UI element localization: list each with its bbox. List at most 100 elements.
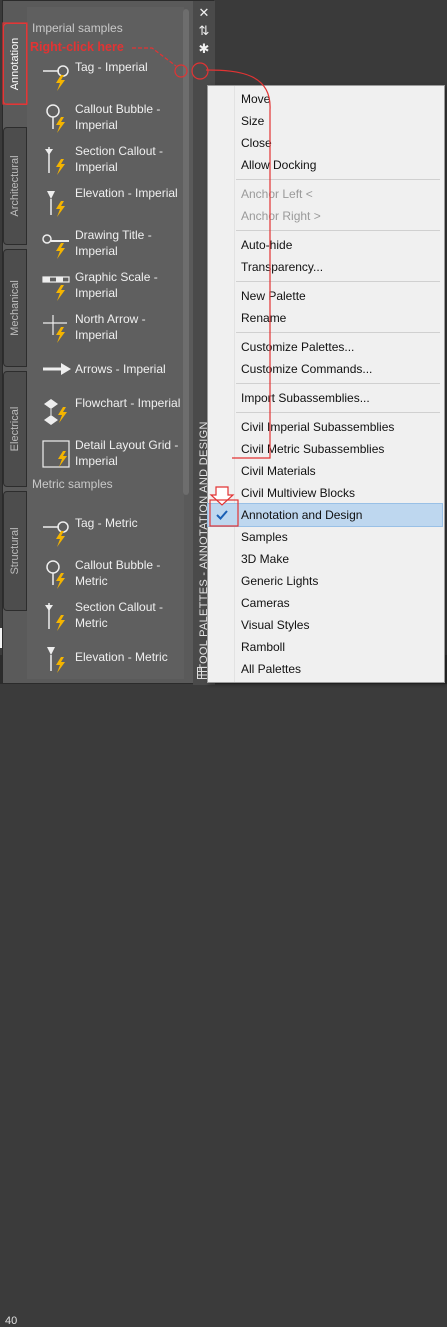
tab-annotation[interactable]: Annotation [3, 23, 27, 105]
menu-separator [236, 332, 440, 333]
scrollbar-thumb[interactable] [183, 9, 189, 495]
section-title-metric: Metric samples [32, 477, 113, 491]
tab-architectural-label: Architectural [9, 155, 21, 217]
properties-icon[interactable]: ✱ [196, 41, 212, 57]
section-callout-icon [45, 147, 65, 175]
menu-label: Close [241, 136, 272, 150]
menu-item-cameras[interactable]: Cameras [208, 592, 442, 614]
menu-item-customize-palettes[interactable]: Customize Palettes... [208, 336, 442, 358]
palette-scrollbar[interactable] [183, 9, 189, 495]
menu-item-civil-multiview-blocks[interactable]: Civil Multiview Blocks [208, 482, 442, 504]
menu-item-auto-hide[interactable]: Auto-hide [208, 234, 442, 256]
menu-item-transparency[interactable]: Transparency... [208, 256, 442, 278]
menu-label: Annotation and Design [241, 508, 363, 522]
menu-item-anchor-left: Anchor Left < [208, 183, 442, 205]
menu-label: Generic Lights [241, 574, 319, 588]
checkmark-icon [216, 510, 228, 520]
menu-item-import-subassemblies[interactable]: Import Subassemblies... [208, 387, 442, 409]
tool-north-arrow-imperial[interactable]: North Arrow - Imperial [37, 311, 184, 351]
menu-item-ramboll[interactable]: Ramboll [208, 636, 442, 658]
palette-tabs: Annotation Architectural Mechanical Elec… [3, 23, 27, 613]
tool-tag-metric[interactable]: Tag - Metric [37, 515, 184, 555]
menu-item-annotation-and-design[interactable]: Annotation and Design [207, 503, 443, 527]
tool-elevation-metric[interactable]: Elevation - Metric [37, 641, 184, 679]
tool-section-callout-imperial[interactable]: Section Callout - Imperial [37, 143, 184, 183]
menu-item-customize-commands[interactable]: Customize Commands... [208, 358, 442, 380]
menu-separator [236, 281, 440, 282]
graphic-scale-icon [42, 276, 70, 301]
tool-label: Section Callout - Metric [75, 600, 164, 630]
menu-item-allow-docking[interactable]: Allow Docking [208, 154, 442, 176]
menu-label: Anchor Right > [241, 209, 321, 223]
menu-item-generic-lights[interactable]: Generic Lights [208, 570, 442, 592]
menu-label: Samples [241, 530, 288, 544]
tab-structural-label: Structural [9, 527, 21, 575]
tag-icon [43, 521, 69, 547]
menu-separator [236, 230, 440, 231]
menu-item-all-palettes[interactable]: All Palettes [208, 658, 442, 680]
menu-item-close[interactable]: Close [208, 132, 442, 154]
tool-tag-imperial[interactable]: Tag - Imperial [37, 59, 184, 99]
menu-item-civil-materials[interactable]: Civil Materials [208, 460, 442, 482]
menu-label: Cameras [241, 596, 290, 610]
section-callout-icon [45, 603, 65, 631]
elevation-icon [47, 647, 65, 673]
menu-label: Civil Materials [241, 464, 316, 478]
tool-drawing-title-imperial[interactable]: Drawing Title - Imperial [37, 227, 184, 267]
menu-separator [236, 383, 440, 384]
menu-label: Civil Metric Subassemblies [241, 442, 385, 456]
menu-label: Transparency... [241, 260, 324, 274]
menu-label: Civil Imperial Subassemblies [241, 420, 395, 434]
menu-item-civil-metric-subassemblies[interactable]: Civil Metric Subassemblies [208, 438, 442, 460]
tool-label: Flowchart - Imperial [75, 396, 181, 410]
callout-bubble-icon [46, 104, 65, 133]
menu-item-anchor-right: Anchor Right > [208, 205, 442, 227]
tool-label: Elevation - Metric [75, 650, 168, 664]
menu-item-visual-styles[interactable]: Visual Styles [208, 614, 442, 636]
menu-item-move[interactable]: Move [208, 88, 442, 110]
north-arrow-icon [43, 315, 67, 343]
tool-detail-layout-grid-imperial[interactable]: Detail Layout Grid - Imperial [37, 437, 184, 477]
tool-callout-bubble-metric[interactable]: Callout Bubble - Metric [37, 557, 184, 597]
menu-item-rename[interactable]: Rename [208, 307, 442, 329]
menu-item-civil-imperial-subassemblies[interactable]: Civil Imperial Subassemblies [208, 416, 442, 438]
tool-graphic-scale-imperial[interactable]: Graphic Scale - Imperial [37, 269, 184, 309]
menu-separator [236, 412, 440, 413]
tool-elevation-imperial[interactable]: Elevation - Imperial [37, 185, 184, 225]
callout-bubble-icon [46, 560, 65, 589]
menu-label: Size [241, 114, 265, 128]
tool-arrows-imperial[interactable]: Arrows - Imperial [37, 353, 184, 393]
grid-icon [42, 440, 70, 468]
close-icon[interactable]: ✕ [196, 5, 212, 21]
tool-label: Detail Layout Grid - Imperial [75, 438, 179, 468]
tool-label: Tag - Imperial [75, 60, 148, 74]
menu-label: Customize Commands... [241, 362, 373, 376]
tool-palette: Annotation Architectural Mechanical Elec… [2, 0, 215, 685]
tab-electrical[interactable]: Electrical [3, 371, 27, 487]
menu-label: Move [241, 92, 271, 106]
tab-architectural[interactable]: Architectural [3, 127, 27, 245]
tool-flowchart-imperial[interactable]: Flowchart - Imperial [37, 395, 184, 435]
autohide-icon[interactable]: ⇅ [196, 23, 212, 39]
menu-label: Anchor Left < [241, 187, 313, 201]
tab-structural[interactable]: Structural [3, 491, 27, 611]
tool-label: Callout Bubble - Imperial [75, 102, 161, 132]
menu-item-new-palette[interactable]: New Palette [208, 285, 442, 307]
tool-label: North Arrow - Imperial [75, 312, 146, 342]
menu-item-3d-make[interactable]: 3D Make [208, 548, 442, 570]
tab-electrical-label: Electrical [9, 406, 21, 452]
tool-label: Callout Bubble - Metric [75, 558, 161, 588]
menu-label: Customize Palettes... [241, 340, 355, 354]
tool-section-callout-metric[interactable]: Section Callout - Metric [37, 599, 184, 639]
menu-label: All Palettes [241, 662, 302, 676]
tool-label: Arrows - Imperial [75, 362, 166, 376]
menu-label: Civil Multiview Blocks [241, 486, 356, 500]
menu-label: Rename [241, 311, 287, 325]
drawing-title-icon [42, 234, 69, 259]
menu-item-size[interactable]: Size [208, 110, 442, 132]
menu-item-samples[interactable]: Samples [208, 526, 442, 548]
tool-callout-bubble-imperial[interactable]: Callout Bubble - Imperial [37, 101, 184, 141]
tab-mechanical[interactable]: Mechanical [3, 249, 27, 367]
tag-icon [43, 65, 69, 91]
menu-label: 3D Make [241, 552, 290, 566]
